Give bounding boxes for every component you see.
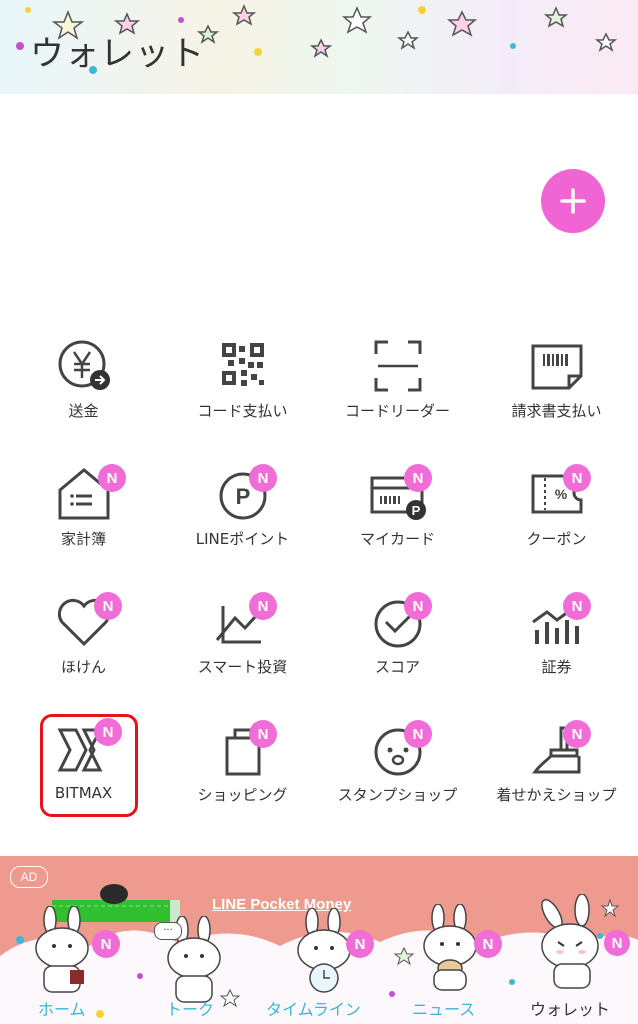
menu-item-coupon[interactable]: % N クーポン bbox=[477, 458, 636, 568]
menu-item-my-card[interactable]: P N マイカード bbox=[318, 458, 477, 568]
menu-item-sticker-shop[interactable]: N スタンプショップ bbox=[318, 714, 477, 824]
menu-item-line-points[interactable]: P N LINEポイント bbox=[163, 458, 322, 568]
menu-item-household[interactable]: N 家計簿 bbox=[4, 458, 163, 568]
nav-badge-news: N bbox=[474, 930, 502, 958]
menu-item-shopping[interactable]: N ショッピング bbox=[163, 714, 322, 824]
qr-code-icon bbox=[221, 343, 264, 386]
new-badge: N bbox=[404, 464, 432, 492]
add-button[interactable] bbox=[541, 169, 605, 233]
menu-label: 証券 bbox=[541, 658, 572, 676]
yen-transfer-icon bbox=[58, 340, 110, 390]
nav-badge-wallet-char: N bbox=[604, 930, 630, 956]
new-badge: N bbox=[563, 720, 591, 748]
nav-news[interactable]: ニュース bbox=[412, 996, 475, 1020]
menu-item-code-payment[interactable]: コード支払い bbox=[163, 330, 322, 440]
menu-item-insurance[interactable]: N ほけん bbox=[4, 586, 163, 696]
menu-item-transfer[interactable]: 送金 bbox=[4, 330, 163, 440]
header-bar: ウォレット bbox=[0, 0, 638, 94]
menu-label: ほけん bbox=[60, 658, 106, 676]
nav-wallet[interactable]: ウォレット bbox=[530, 996, 610, 1020]
nav-home[interactable]: ホーム bbox=[38, 996, 86, 1020]
bottom-nav: ホーム トーク タイムライン ニュース ウォレット bbox=[0, 994, 638, 1024]
bottom-banner[interactable]: AD LINE Pocket Money ... N N N N ホーム トーク… bbox=[0, 856, 638, 1024]
new-badge: N bbox=[249, 464, 277, 492]
menu-label: コード支払い bbox=[197, 402, 288, 420]
menu-label: スマート投資 bbox=[197, 658, 288, 676]
menu-label: クーポン bbox=[526, 530, 587, 548]
chat-bubble: ... bbox=[154, 922, 182, 940]
svg-text:%: % bbox=[554, 486, 567, 502]
svg-text:P: P bbox=[235, 484, 250, 509]
menu-item-code-reader[interactable]: コードリーダー bbox=[318, 330, 477, 440]
menu-label: LINEポイント bbox=[195, 530, 290, 548]
nav-badge-home: N bbox=[92, 930, 120, 958]
rabbit-character-home bbox=[35, 906, 89, 993]
plus-icon bbox=[560, 188, 586, 214]
menu-label: スコア bbox=[374, 658, 420, 676]
nav-timeline[interactable]: タイムライン bbox=[266, 996, 361, 1020]
new-badge: N bbox=[98, 464, 126, 492]
page-title: ウォレット bbox=[30, 34, 205, 74]
new-badge: N bbox=[563, 464, 591, 492]
svg-text:P: P bbox=[411, 503, 420, 518]
menu-label: 請求書支払い bbox=[511, 402, 602, 420]
new-badge: N bbox=[404, 592, 432, 620]
new-badge: N bbox=[249, 720, 277, 748]
menu-item-theme-shop[interactable]: N 着せかえショップ bbox=[477, 714, 636, 824]
nav-badge-timeline: N bbox=[346, 930, 374, 958]
new-badge: N bbox=[563, 592, 591, 620]
menu-label: 着せかえショップ bbox=[496, 786, 617, 804]
menu-label: マイカード bbox=[359, 530, 435, 548]
nav-talk[interactable]: トーク bbox=[166, 996, 214, 1020]
new-badge: N bbox=[94, 592, 122, 620]
menu-label: スタンプショップ bbox=[337, 786, 458, 804]
menu-label: コードリーダー bbox=[344, 402, 450, 420]
invoice-icon bbox=[531, 344, 582, 390]
highlight-box bbox=[40, 714, 138, 817]
menu-item-smart-invest[interactable]: N スマート投資 bbox=[163, 586, 322, 696]
new-badge: N bbox=[249, 592, 277, 620]
menu-item-score[interactable]: N スコア bbox=[318, 586, 477, 696]
menu-label: 家計簿 bbox=[60, 530, 106, 548]
menu-label: ショッピング bbox=[197, 786, 288, 804]
new-badge: N bbox=[404, 720, 432, 748]
menu-item-securities[interactable]: N 証券 bbox=[477, 586, 636, 696]
scan-frame-icon bbox=[374, 340, 421, 392]
menu-item-invoice[interactable]: 請求書支払い bbox=[477, 330, 636, 440]
menu-label: 送金 bbox=[68, 402, 99, 420]
